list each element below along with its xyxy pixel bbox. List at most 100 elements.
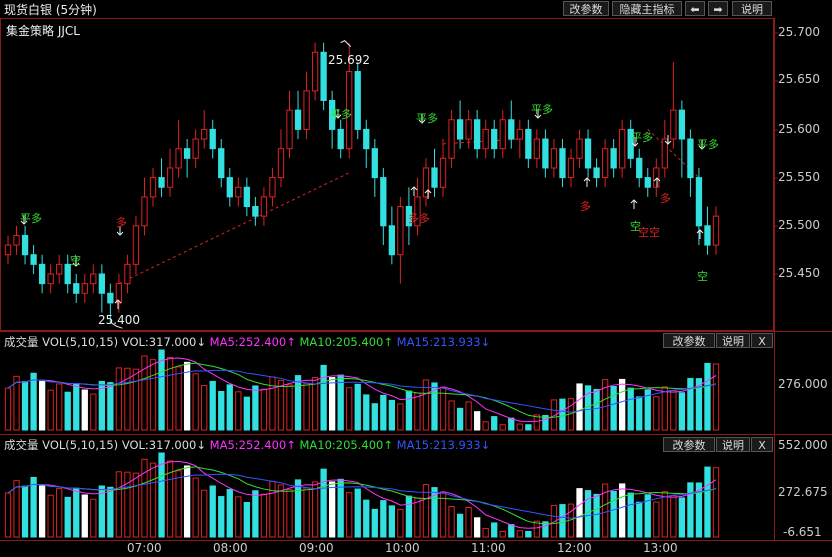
signal-label: 多多: [408, 212, 430, 225]
volume-1-bar: [584, 385, 592, 431]
volume-2-bar: [107, 486, 114, 538]
volume-1-bar: [218, 390, 225, 431]
candle-body: [516, 128, 523, 140]
signal-label: 空: [70, 254, 81, 267]
volume-1-bar: [388, 399, 395, 431]
volume-2-bar: [64, 496, 71, 538]
candle-body: [610, 148, 617, 169]
vol-value: VOL:317.000↓: [121, 335, 207, 349]
candle-body: [448, 119, 455, 159]
volume-1-bar: [559, 398, 566, 431]
signal-label: 平多: [697, 138, 719, 151]
ma10-value: MA10:205.400↑: [299, 438, 394, 452]
volume-2-bar: [448, 506, 455, 538]
volume-2-bar: [712, 467, 720, 538]
candle-body: [269, 177, 276, 198]
volume-2-bar: [47, 494, 54, 538]
volume-1-bar: [243, 396, 250, 431]
signal-label: 空空: [638, 226, 660, 239]
volume-1-bar: [269, 376, 276, 431]
volume-1-bar: [397, 403, 404, 431]
candle-body: [235, 186, 242, 198]
volume-2-bar: [576, 488, 583, 538]
price-tick: 25.700: [778, 25, 820, 39]
volume-1-bar: [627, 387, 634, 431]
volume-2-bar: [294, 479, 302, 538]
volume-2-bar: [252, 490, 259, 538]
volume-1-bar: [30, 372, 37, 431]
candle-body: [90, 273, 97, 285]
time-tick: 07:00: [127, 541, 162, 555]
volume-1-bar: [380, 394, 387, 431]
signal-label: 平多: [20, 212, 42, 225]
volume-1-bar: [294, 375, 302, 431]
candle-body: [550, 148, 558, 169]
candle-body: [371, 148, 378, 179]
volume-2-bar: [218, 496, 225, 538]
volume-1-bar: [13, 375, 20, 431]
volume-1-bar: [474, 411, 481, 431]
volume-1-bar: [704, 362, 711, 431]
volume-2-bar: [286, 489, 293, 538]
candle-body: [363, 128, 370, 150]
candle-body: [132, 225, 140, 265]
volume-2-bar: [482, 527, 489, 538]
volume-1-bar: [405, 390, 413, 431]
candle-body: [636, 157, 643, 179]
ma15-value: MA15:213.933↓: [396, 438, 491, 452]
candle-body: [439, 157, 447, 188]
volume-2-bar: [260, 493, 268, 538]
volume-2-bar: [388, 505, 395, 538]
volume-1-bar: [81, 389, 88, 431]
volume-2-bar: [132, 472, 140, 538]
candle-body: [456, 119, 464, 140]
volume-formula: VOL(5,10,15): [42, 438, 119, 452]
volume-2-bar: [90, 498, 97, 538]
volume-1-bar: [201, 385, 208, 431]
candle-body: [56, 263, 63, 275]
volume-2-help-button[interactable]: 说明: [716, 437, 750, 452]
volume-1-bar: [141, 355, 148, 431]
volume-2-bar: [56, 488, 63, 538]
volume-2-change-params-button[interactable]: 改参数: [663, 437, 715, 452]
volume-2-bar: [661, 491, 668, 538]
volume-1-help-button[interactable]: 说明: [716, 333, 750, 348]
candle-body: [4, 244, 12, 256]
signal-label: 空: [697, 270, 708, 283]
volume-2-bar: [311, 481, 319, 538]
candle-body: [397, 206, 404, 256]
candle-body: [482, 128, 489, 150]
candle-body: [175, 148, 182, 169]
volume-1-bar: [192, 373, 199, 431]
volume-1-bar: [661, 386, 668, 431]
volume-1-close-button[interactable]: X: [751, 333, 773, 348]
volume-2-axis-tick: -6.651: [783, 525, 822, 539]
candle-body: [252, 206, 259, 217]
candle-body: [286, 109, 293, 150]
time-tick: 13:00: [643, 541, 678, 555]
volume-2-bar: [320, 468, 327, 538]
volume-1-bar: [465, 401, 472, 431]
signal-label: 多: [660, 192, 671, 205]
candle-body: [653, 167, 660, 188]
volume-2-axis-tick: 272.675: [778, 485, 828, 499]
price-tick: 25.650: [778, 72, 820, 86]
time-tick: 12:00: [557, 541, 592, 555]
candle-body: [303, 90, 310, 130]
candle-body: [226, 177, 233, 198]
volume-2-bar: [636, 501, 643, 538]
volume-1-bar: [610, 386, 617, 431]
volume-1-change-params-button[interactable]: 改参数: [663, 333, 715, 348]
signal-label: 平多: [631, 131, 653, 144]
volume-2-bar: [619, 483, 626, 538]
candle-body: [354, 71, 361, 130]
volume-1-bar: [132, 368, 140, 431]
signal-label: 平多: [416, 112, 438, 125]
volume-panel-1-header: 成交量 VOL(5,10,15) VOL:317.000↓ MA5:252.40…: [4, 334, 490, 350]
strategy-label: 集金策略 JJCL: [6, 24, 80, 38]
volume-2-bar: [397, 509, 404, 538]
candle-body: [277, 148, 285, 179]
volume-2-close-button[interactable]: X: [751, 437, 773, 452]
volume-1-bar: [149, 359, 157, 431]
volume-1-bar: [158, 349, 165, 431]
